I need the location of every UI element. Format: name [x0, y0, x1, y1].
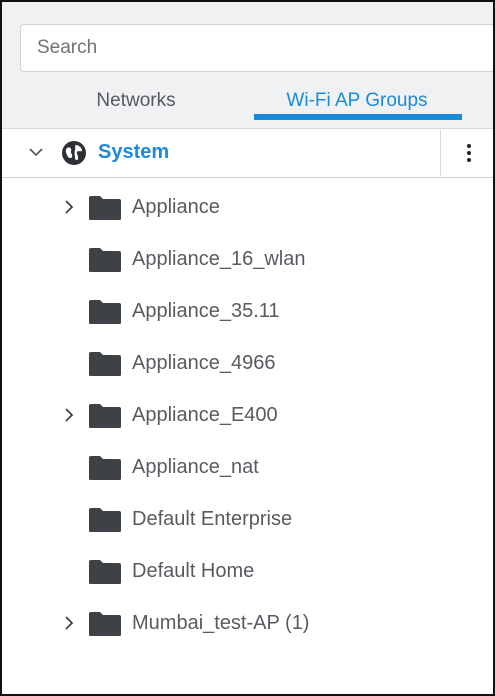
tree-item-label: Appliance_35.11	[132, 300, 280, 322]
tree-item[interactable]: Appliance_16_wlan	[2, 239, 493, 279]
globe-icon	[62, 141, 86, 165]
folder-icon	[89, 456, 121, 480]
header-divider	[2, 128, 493, 129]
tree-item[interactable]: Mumbai_test-AP (1)	[2, 603, 493, 643]
menu-button[interactable]	[440, 130, 493, 176]
tree-root-system[interactable]: System	[2, 130, 493, 178]
tree-item[interactable]: Appliance_E400	[2, 395, 493, 435]
tree-item[interactable]: Appliance_35.11	[2, 291, 493, 331]
tree-item[interactable]: Default Enterprise	[2, 499, 493, 539]
folder-icon	[89, 248, 121, 272]
folder-icon	[89, 352, 121, 376]
tree-item-label: Default Home	[132, 560, 255, 582]
folder-icon	[89, 508, 121, 532]
chevron-down-icon[interactable]	[28, 144, 44, 160]
search-input[interactable]	[35, 36, 493, 60]
tree-item-label: Appliance_nat	[132, 456, 259, 478]
chevron-right-icon[interactable]	[62, 408, 76, 422]
folder-icon	[89, 196, 121, 220]
tree-item-label: Appliance_16_wlan	[132, 248, 306, 270]
tree-item[interactable]: Appliance	[2, 187, 493, 227]
chevron-right-icon[interactable]	[62, 200, 76, 214]
chevron-right-icon[interactable]	[62, 616, 76, 630]
tab-networks[interactable]: Networks	[22, 78, 250, 124]
tree-item[interactable]: Appliance_4966	[2, 343, 493, 383]
tree-item-label: Mumbai_test-AP (1)	[132, 612, 310, 634]
tab-bar: Networks Wi-Fi AP Groups	[2, 78, 493, 128]
folder-icon	[89, 404, 121, 428]
tree-root-label: System	[98, 141, 170, 163]
tree-item-label: Default Enterprise	[132, 508, 293, 530]
panel-header: Networks Wi-Fi AP Groups	[2, 2, 493, 128]
ap-groups-panel: Networks Wi-Fi AP Groups System Applianc…	[0, 0, 495, 696]
tree-item-label: Appliance_E400	[132, 404, 278, 426]
search-box[interactable]	[20, 24, 493, 72]
tree-item[interactable]: Default Home	[2, 551, 493, 591]
tree-item-label: Appliance_4966	[132, 352, 276, 374]
folder-icon	[89, 300, 121, 324]
folder-icon	[89, 612, 121, 636]
folder-icon	[89, 560, 121, 584]
active-tab-indicator	[254, 114, 462, 120]
tree-item[interactable]: Appliance_nat	[2, 447, 493, 487]
tree-item-label: Appliance	[132, 196, 220, 218]
kebab-menu-icon	[467, 144, 471, 162]
